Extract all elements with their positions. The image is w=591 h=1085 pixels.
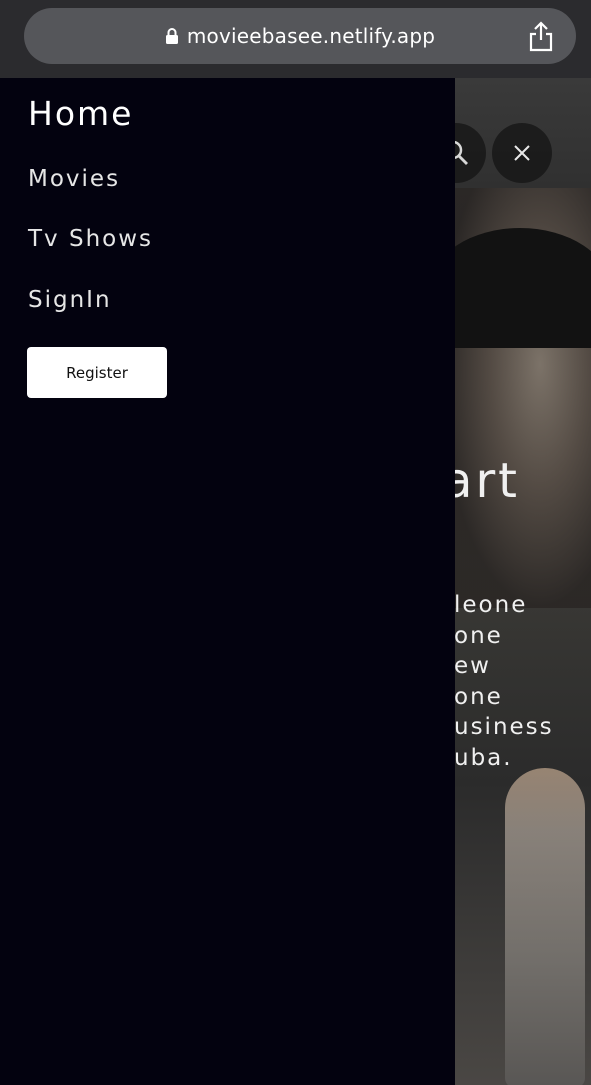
hero-desc-line: usiness bbox=[454, 714, 554, 740]
close-icon bbox=[514, 145, 530, 161]
hero-desc-line: one bbox=[454, 622, 503, 649]
lock-icon bbox=[165, 28, 178, 44]
hero-desc-line: one bbox=[454, 683, 503, 710]
nav-tv-shows[interactable]: Tv Shows bbox=[28, 226, 153, 252]
url-display[interactable]: movieebasee.netlify.app bbox=[24, 8, 576, 64]
address-bar[interactable]: movieebasee.netlify.app bbox=[24, 8, 576, 64]
poster-figure bbox=[505, 768, 585, 1085]
share-icon[interactable] bbox=[526, 20, 556, 52]
hero-desc-line: ew bbox=[454, 653, 491, 679]
url-text: movieebasee.netlify.app bbox=[186, 24, 436, 48]
browser-toolbar: movieebasee.netlify.app bbox=[0, 0, 591, 78]
nav-movies[interactable]: Movies bbox=[28, 166, 120, 192]
nav-home[interactable]: Home bbox=[28, 94, 133, 133]
nav-sign-in[interactable]: SignIn bbox=[28, 287, 112, 313]
hero-desc-line: leone bbox=[454, 592, 528, 618]
side-drawer: Home Movies Tv Shows SignIn Register bbox=[0, 78, 455, 1085]
hero-desc-line: uba. bbox=[454, 744, 513, 771]
close-menu-button[interactable] bbox=[492, 123, 552, 183]
register-button[interactable]: Register bbox=[27, 347, 167, 398]
